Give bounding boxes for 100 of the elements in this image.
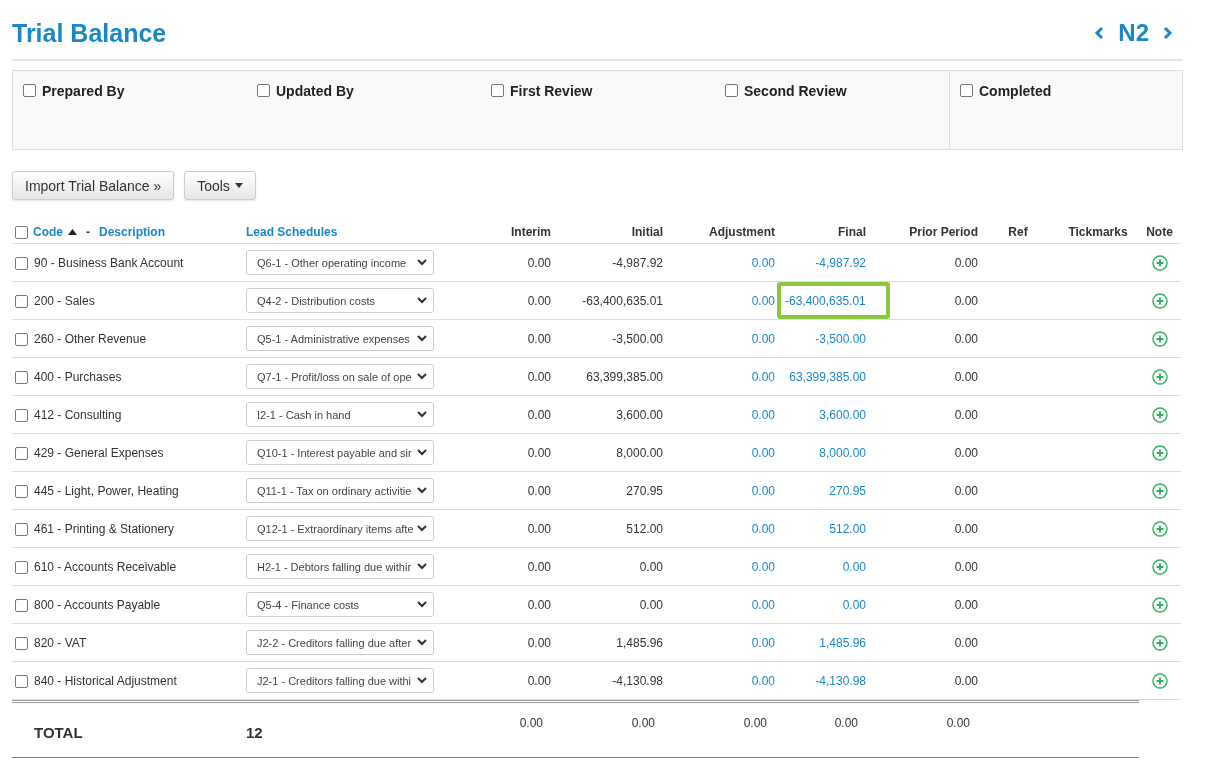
- add-note-icon[interactable]: [1151, 672, 1168, 689]
- account-name: 800 - Accounts Payable: [34, 597, 161, 612]
- account-name: 840 - Historical Adjustment: [34, 673, 177, 688]
- checkbox[interactable]: [15, 522, 28, 536]
- checkbox[interactable]: [15, 332, 28, 346]
- chevron-down-icon[interactable]: [417, 601, 427, 608]
- add-note-icon[interactable]: [1151, 368, 1168, 385]
- lead-schedule-select[interactable]: Q5-4 - Finance costs: [246, 592, 434, 617]
- adjustment-link[interactable]: 0.00: [663, 673, 775, 688]
- checkbox[interactable]: [15, 256, 28, 270]
- checkbox[interactable]: [15, 225, 28, 239]
- add-note-icon[interactable]: [1151, 634, 1168, 651]
- chevron-down-icon[interactable]: [417, 639, 427, 646]
- lead-schedule-select[interactable]: Q5-1 - Administrative expenses: [246, 326, 434, 351]
- lead-schedule-select[interactable]: Q10-1 - Interest payable and sir: [246, 440, 434, 465]
- lead-schedule-select[interactable]: Q4-2 - Distribution costs: [246, 288, 434, 313]
- final-link[interactable]: 512.00: [829, 521, 866, 536]
- table-cell-text: -4,130.98: [611, 673, 663, 688]
- checkbox[interactable]: [15, 598, 28, 612]
- lead-schedule-select[interactable]: Q11-1 - Tax on ordinary activitie: [246, 478, 434, 503]
- chevron-down-icon[interactable]: [417, 449, 427, 456]
- lead-schedule-select[interactable]: J2-1 - Creditors falling due withi: [246, 668, 434, 693]
- lead-schedule-select[interactable]: Q7-1 - Profit/loss on sale of ope: [246, 364, 434, 389]
- checkbox[interactable]: [15, 560, 28, 574]
- lead-schedule-select[interactable]: J2-2 - Creditors falling due after: [246, 630, 434, 655]
- table-cell-text: 0.00: [953, 635, 978, 650]
- final-link[interactable]: 0.00: [842, 597, 866, 612]
- add-note-icon[interactable]: [1151, 292, 1168, 309]
- checkbox[interactable]: [960, 84, 973, 97]
- final-link[interactable]: 270.95: [829, 483, 866, 498]
- final-link[interactable]: 8,000.00: [819, 445, 866, 460]
- description-header[interactable]: Description: [99, 224, 165, 239]
- chevron-down-icon[interactable]: [417, 563, 427, 570]
- checkbox[interactable]: [15, 294, 28, 308]
- sort-icon[interactable]: [68, 228, 77, 235]
- lead-schedule-select[interactable]: I2-1 - Cash in hand: [246, 402, 434, 427]
- table-cell-text: 0.00: [526, 255, 551, 270]
- total-count: 12: [245, 723, 264, 741]
- lead-schedule-select[interactable]: Q6-1 - Other operating income: [246, 250, 434, 275]
- checkbox[interactable]: [15, 446, 28, 460]
- final-link[interactable]: -63,400,635.01: [775, 293, 866, 308]
- checkbox[interactable]: [15, 636, 28, 650]
- adjustment-link[interactable]: 0.00: [663, 255, 775, 270]
- checkbox[interactable]: [15, 408, 28, 422]
- import-button[interactable]: Import Trial Balance »: [12, 171, 175, 200]
- adjustment-link[interactable]: 0.00: [663, 407, 775, 422]
- final-link[interactable]: 63,399,385.00: [789, 369, 866, 384]
- adjustment-link[interactable]: 0.00: [663, 293, 775, 308]
- table-cell-text: 0.00: [953, 255, 978, 270]
- table-cell-text: 0.00: [526, 635, 551, 650]
- adjustment-link[interactable]: 0.00: [663, 521, 775, 536]
- add-note-icon[interactable]: [1151, 444, 1168, 461]
- previous-icon[interactable]: [1094, 26, 1105, 40]
- table-cell-text: 0.00: [526, 559, 551, 574]
- adjustment-link[interactable]: 0.00: [663, 369, 775, 384]
- chevron-down-icon[interactable]: [417, 411, 427, 418]
- chevron-down-icon[interactable]: [417, 373, 427, 380]
- table-cell-text: 512.00: [625, 521, 663, 536]
- add-note-icon[interactable]: [1151, 406, 1168, 423]
- code-header[interactable]: Code: [33, 224, 63, 239]
- caret-icon[interactable]: [234, 183, 243, 188]
- chevron-down-icon[interactable]: [417, 335, 427, 342]
- next-icon[interactable]: [1163, 26, 1173, 40]
- final-link[interactable]: 3,600.00: [819, 407, 866, 422]
- final-link[interactable]: -4,987.92: [815, 255, 866, 270]
- lead-schedule-select[interactable]: Q12-1 - Extraordinary items afte: [246, 516, 434, 541]
- chevron-down-icon[interactable]: [417, 259, 427, 266]
- checkbox[interactable]: [23, 84, 36, 97]
- adjustment-link[interactable]: 0.00: [663, 597, 775, 612]
- final-link[interactable]: 0.00: [842, 559, 866, 574]
- tools-button[interactable]: Tools: [184, 171, 256, 200]
- chevron-down-icon[interactable]: [417, 487, 427, 494]
- add-note-icon[interactable]: [1151, 330, 1168, 347]
- section-code: N2: [1118, 19, 1149, 47]
- final-link[interactable]: 1,485.96: [819, 635, 866, 650]
- final-link[interactable]: -3,500.00: [815, 331, 866, 346]
- checkbox[interactable]: [725, 84, 738, 97]
- lead-schedule-select[interactable]: H2-1 - Debtors falling due withir: [246, 554, 434, 579]
- chevron-down-icon[interactable]: [417, 677, 427, 684]
- checkbox[interactable]: [257, 84, 270, 97]
- lead-header[interactable]: Lead Schedules: [242, 224, 445, 239]
- checkbox[interactable]: [15, 484, 28, 498]
- chevron-down-icon[interactable]: [417, 525, 427, 532]
- chevron-down-icon[interactable]: [417, 297, 427, 304]
- checkbox[interactable]: [491, 84, 504, 97]
- checkbox[interactable]: [15, 370, 28, 384]
- adjustment-link[interactable]: 0.00: [663, 559, 775, 574]
- checkbox[interactable]: [15, 674, 28, 688]
- table-cell-text: 1,485.96: [615, 635, 663, 650]
- add-note-icon[interactable]: [1151, 558, 1168, 575]
- add-note-icon[interactable]: [1151, 482, 1168, 499]
- add-note-icon[interactable]: [1151, 254, 1168, 271]
- adjustment-link[interactable]: 0.00: [663, 635, 775, 650]
- adjustment-link[interactable]: 0.00: [663, 483, 775, 498]
- signoff-label: Updated By: [276, 83, 354, 99]
- add-note-icon[interactable]: [1151, 520, 1168, 537]
- adjustment-link[interactable]: 0.00: [663, 445, 775, 460]
- adjustment-link[interactable]: 0.00: [663, 331, 775, 346]
- add-note-icon[interactable]: [1151, 596, 1168, 613]
- final-link[interactable]: -4,130.98: [815, 673, 866, 688]
